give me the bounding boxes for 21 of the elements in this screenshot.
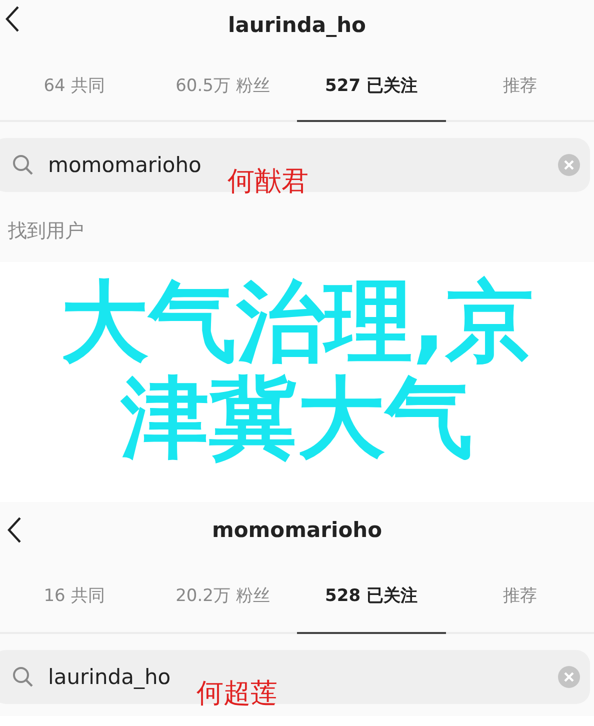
caption-text: 大气治理,京 xyxy=(60,274,534,370)
search-icon xyxy=(12,154,34,176)
empty-message: 找到用户 xyxy=(7,219,85,244)
search-field[interactable]: laurinda_ho 何超莲 xyxy=(0,650,590,704)
tab[interactable]: 推荐 xyxy=(446,50,594,122)
caption-text: 津冀大气 xyxy=(121,370,473,466)
tab[interactable]: 16 共同 xyxy=(0,558,148,634)
search-field[interactable]: momomarioho 何猷君 xyxy=(0,138,590,192)
tab[interactable]: 20.2万 粉丝 xyxy=(148,558,297,634)
back-icon[interactable] xyxy=(6,516,22,544)
search-value: momomarioho xyxy=(48,153,202,177)
search-value: laurinda_ho xyxy=(48,665,171,689)
search-icon xyxy=(12,666,34,688)
tab[interactable]: 528 已关注 xyxy=(297,558,446,634)
tab[interactable]: 60.5万 粉丝 xyxy=(148,50,297,122)
tab[interactable]: 527 已关注 xyxy=(297,50,446,122)
profile-title: momomarioho xyxy=(212,518,382,542)
tab[interactable]: 64 共同 xyxy=(0,50,148,122)
profile-title: laurinda_ho xyxy=(228,13,366,37)
tab[interactable]: 推荐 xyxy=(446,558,594,634)
back-icon[interactable] xyxy=(4,5,20,33)
